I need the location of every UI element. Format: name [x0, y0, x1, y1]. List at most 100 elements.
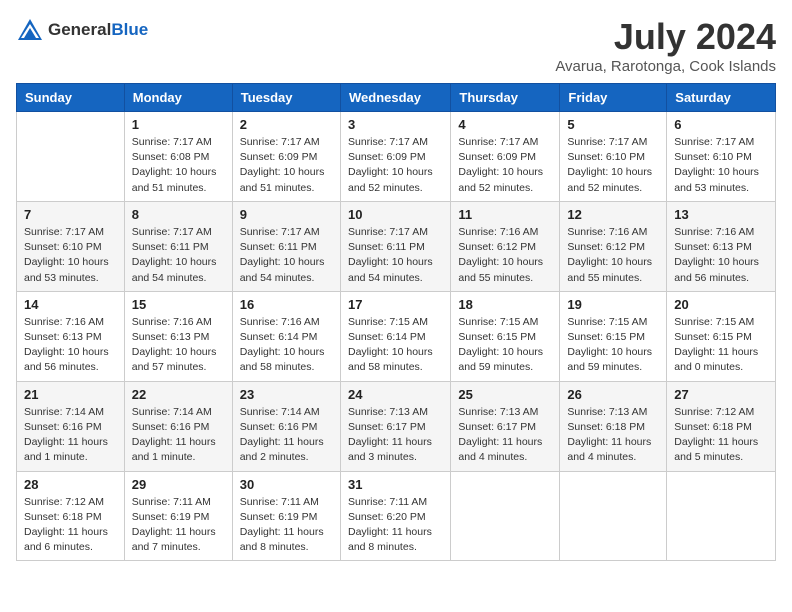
day-info: Sunrise: 7:17 AM Sunset: 6:11 PM Dayligh…	[132, 225, 225, 286]
location-title: Avarua, Rarotonga, Cook Islands	[555, 58, 776, 75]
day-info: Sunrise: 7:17 AM Sunset: 6:10 PM Dayligh…	[674, 135, 768, 196]
day-number: 6	[674, 117, 768, 132]
day-number: 29	[132, 477, 225, 492]
table-row: 26 Sunrise: 7:13 AM Sunset: 6:18 PM Dayli…	[560, 381, 667, 471]
day-info: Sunrise: 7:15 AM Sunset: 6:14 PM Dayligh…	[348, 315, 443, 376]
table-row: 19 Sunrise: 7:15 AM Sunset: 6:15 PM Dayli…	[560, 291, 667, 381]
day-info: Sunrise: 7:11 AM Sunset: 6:19 PM Dayligh…	[132, 495, 225, 556]
day-info: Sunrise: 7:12 AM Sunset: 6:18 PM Dayligh…	[674, 405, 768, 466]
day-number: 17	[348, 297, 443, 312]
table-row: 27 Sunrise: 7:12 AM Sunset: 6:18 PM Dayli…	[667, 381, 776, 471]
day-info: Sunrise: 7:14 AM Sunset: 6:16 PM Dayligh…	[24, 405, 117, 466]
day-number: 15	[132, 297, 225, 312]
table-row: 30 Sunrise: 7:11 AM Sunset: 6:19 PM Dayli…	[232, 471, 340, 561]
table-row: 8 Sunrise: 7:17 AM Sunset: 6:11 PM Daylig…	[124, 201, 232, 291]
day-info: Sunrise: 7:17 AM Sunset: 6:11 PM Dayligh…	[348, 225, 443, 286]
table-row: 31 Sunrise: 7:11 AM Sunset: 6:20 PM Dayli…	[340, 471, 450, 561]
day-number: 26	[567, 387, 659, 402]
day-info: Sunrise: 7:16 AM Sunset: 6:12 PM Dayligh…	[458, 225, 552, 286]
table-row: 7 Sunrise: 7:17 AM Sunset: 6:10 PM Daylig…	[17, 201, 125, 291]
day-number: 20	[674, 297, 768, 312]
day-number: 7	[24, 207, 117, 222]
day-info: Sunrise: 7:17 AM Sunset: 6:09 PM Dayligh…	[240, 135, 333, 196]
day-number: 13	[674, 207, 768, 222]
title-section: July 2024 Avarua, Rarotonga, Cook Island…	[555, 16, 776, 75]
day-info: Sunrise: 7:16 AM Sunset: 6:14 PM Dayligh…	[240, 315, 333, 376]
day-number: 2	[240, 117, 333, 132]
day-info: Sunrise: 7:13 AM Sunset: 6:17 PM Dayligh…	[458, 405, 552, 466]
day-number: 25	[458, 387, 552, 402]
day-number: 31	[348, 477, 443, 492]
day-number: 5	[567, 117, 659, 132]
day-number: 11	[458, 207, 552, 222]
table-row	[17, 112, 125, 202]
day-info: Sunrise: 7:17 AM Sunset: 6:09 PM Dayligh…	[348, 135, 443, 196]
day-number: 28	[24, 477, 117, 492]
calendar-week-row: 21 Sunrise: 7:14 AM Sunset: 6:16 PM Dayli…	[17, 381, 776, 471]
table-row: 1 Sunrise: 7:17 AM Sunset: 6:08 PM Daylig…	[124, 112, 232, 202]
table-row: 11 Sunrise: 7:16 AM Sunset: 6:12 PM Dayli…	[451, 201, 560, 291]
day-number: 3	[348, 117, 443, 132]
day-info: Sunrise: 7:16 AM Sunset: 6:13 PM Dayligh…	[674, 225, 768, 286]
header-thursday: Thursday	[451, 84, 560, 112]
header-tuesday: Tuesday	[232, 84, 340, 112]
day-info: Sunrise: 7:16 AM Sunset: 6:13 PM Dayligh…	[24, 315, 117, 376]
logo-blue: Blue	[111, 20, 148, 39]
table-row: 4Sunrise: 7:17 AM Sunset: 6:09 PM Daylig…	[451, 112, 560, 202]
day-info: Sunrise: 7:17 AM Sunset: 6:10 PM Dayligh…	[24, 225, 117, 286]
table-row: 25 Sunrise: 7:13 AM Sunset: 6:17 PM Dayli…	[451, 381, 560, 471]
day-number: 21	[24, 387, 117, 402]
table-row: 23 Sunrise: 7:14 AM Sunset: 6:16 PM Dayli…	[232, 381, 340, 471]
header-friday: Friday	[560, 84, 667, 112]
day-info: Sunrise: 7:17 AM Sunset: 6:08 PM Dayligh…	[132, 135, 225, 196]
day-info: Sunrise: 7:17 AM Sunset: 6:10 PM Dayligh…	[567, 135, 659, 196]
calendar-header-row: Sunday Monday Tuesday Wednesday Thursday…	[17, 84, 776, 112]
day-number: 19	[567, 297, 659, 312]
calendar-table: Sunday Monday Tuesday Wednesday Thursday…	[16, 83, 776, 561]
calendar-week-row: 7 Sunrise: 7:17 AM Sunset: 6:10 PM Daylig…	[17, 201, 776, 291]
day-number: 27	[674, 387, 768, 402]
day-info: Sunrise: 7:16 AM Sunset: 6:12 PM Dayligh…	[567, 225, 659, 286]
day-number: 22	[132, 387, 225, 402]
day-info: Sunrise: 7:11 AM Sunset: 6:19 PM Dayligh…	[240, 495, 333, 556]
table-row: 6 Sunrise: 7:17 AM Sunset: 6:10 PM Daylig…	[667, 112, 776, 202]
day-info: Sunrise: 7:17 AM Sunset: 6:11 PM Dayligh…	[240, 225, 333, 286]
header-wednesday: Wednesday	[340, 84, 450, 112]
table-row: 2 Sunrise: 7:17 AM Sunset: 6:09 PM Daylig…	[232, 112, 340, 202]
table-row: 28Sunrise: 7:12 AM Sunset: 6:18 PM Dayli…	[17, 471, 125, 561]
page-header: GeneralBlue July 2024 Avarua, Rarotonga,…	[16, 16, 776, 75]
table-row	[451, 471, 560, 561]
calendar-week-row: 1 Sunrise: 7:17 AM Sunset: 6:08 PM Daylig…	[17, 112, 776, 202]
day-number: 1	[132, 117, 225, 132]
calendar-week-row: 28Sunrise: 7:12 AM Sunset: 6:18 PM Dayli…	[17, 471, 776, 561]
table-row: 21 Sunrise: 7:14 AM Sunset: 6:16 PM Dayli…	[17, 381, 125, 471]
table-row: 5 Sunrise: 7:17 AM Sunset: 6:10 PM Daylig…	[560, 112, 667, 202]
day-number: 24	[348, 387, 443, 402]
table-row: 9Sunrise: 7:17 AM Sunset: 6:11 PM Daylig…	[232, 201, 340, 291]
day-info: Sunrise: 7:15 AM Sunset: 6:15 PM Dayligh…	[458, 315, 552, 376]
calendar-week-row: 14Sunrise: 7:16 AM Sunset: 6:13 PM Dayli…	[17, 291, 776, 381]
day-info: Sunrise: 7:13 AM Sunset: 6:18 PM Dayligh…	[567, 405, 659, 466]
day-number: 16	[240, 297, 333, 312]
day-number: 4	[458, 117, 552, 132]
day-info: Sunrise: 7:15 AM Sunset: 6:15 PM Dayligh…	[674, 315, 768, 376]
table-row: 20 Sunrise: 7:15 AM Sunset: 6:15 PM Dayli…	[667, 291, 776, 381]
day-info: Sunrise: 7:14 AM Sunset: 6:16 PM Dayligh…	[240, 405, 333, 466]
day-number: 30	[240, 477, 333, 492]
day-number: 10	[348, 207, 443, 222]
table-row: 14Sunrise: 7:16 AM Sunset: 6:13 PM Dayli…	[17, 291, 125, 381]
header-sunday: Sunday	[17, 84, 125, 112]
day-info: Sunrise: 7:14 AM Sunset: 6:16 PM Dayligh…	[132, 405, 225, 466]
table-row: 18Sunrise: 7:15 AM Sunset: 6:15 PM Dayli…	[451, 291, 560, 381]
table-row	[667, 471, 776, 561]
day-info: Sunrise: 7:13 AM Sunset: 6:17 PM Dayligh…	[348, 405, 443, 466]
table-row: 16 Sunrise: 7:16 AM Sunset: 6:14 PM Dayli…	[232, 291, 340, 381]
table-row: 17 Sunrise: 7:15 AM Sunset: 6:14 PM Dayli…	[340, 291, 450, 381]
day-number: 23	[240, 387, 333, 402]
day-info: Sunrise: 7:16 AM Sunset: 6:13 PM Dayligh…	[132, 315, 225, 376]
day-info: Sunrise: 7:11 AM Sunset: 6:20 PM Dayligh…	[348, 495, 443, 556]
table-row	[560, 471, 667, 561]
day-number: 8	[132, 207, 225, 222]
table-row: 13 Sunrise: 7:16 AM Sunset: 6:13 PM Dayli…	[667, 201, 776, 291]
day-info: Sunrise: 7:15 AM Sunset: 6:15 PM Dayligh…	[567, 315, 659, 376]
